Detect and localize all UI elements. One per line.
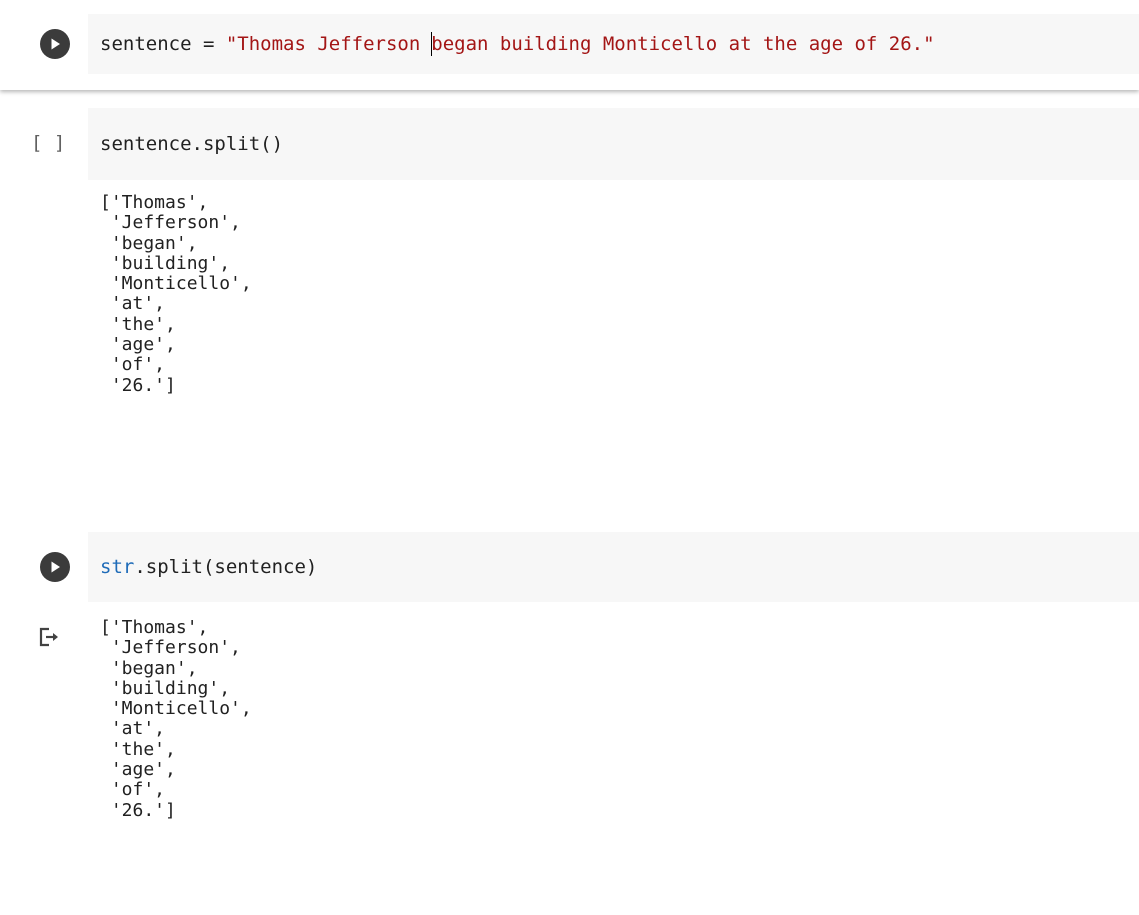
cell-output-3: ['Thomas', 'Jefferson', 'began', 'buildi… [100,617,252,821]
output-line: 'of', [100,354,166,376]
code-token-plain: sentence = [100,33,226,55]
output-line: 'Monticello', [100,698,252,720]
cell-output-2: ['Thomas', 'Jefferson', 'began', 'buildi… [100,192,252,396]
output-arrow-icon[interactable] [37,626,63,648]
play-icon [51,561,60,573]
output-line: 'the', [100,738,176,760]
output-line: 'began', [100,232,198,254]
output-line: 'building', [100,252,231,274]
code-editor-1[interactable]: sentence = "Thomas Jefferson began build… [88,14,1139,74]
code-token-string: began building Monticello at the age of … [431,33,935,55]
code-cell-2[interactable]: [ ] sentence.split() ['Thomas', 'Jeffers… [0,108,1139,498]
output-line: 'at', [100,718,166,740]
code-cell-3[interactable]: str .split(sentence) ['Thomas', 'Jefferso… [0,532,1139,915]
output-line: 'Jefferson', [100,212,241,234]
output-line: 'age', [100,334,176,356]
execution-count[interactable]: [ ] [31,132,65,154]
code-editor-2[interactable]: sentence.split() [88,108,1139,180]
play-icon [51,38,60,50]
output-line: '26.'] [100,799,176,821]
output-line: 'age', [100,759,176,781]
notebook: sentence = "Thomas Jefferson began build… [0,0,1139,915]
output-line: 'the', [100,313,176,335]
code-token-plain: .split(sentence) [134,556,318,578]
run-cell-button[interactable] [40,552,70,582]
code-editor-3[interactable]: str .split(sentence) [88,532,1139,602]
code-text: sentence.split() [100,133,284,155]
code-token-builtin: str [100,556,135,578]
output-line: 'Jefferson', [100,637,241,659]
output-line: 'Monticello', [100,273,252,295]
output-line: 'building', [100,677,231,699]
code-cell-1[interactable]: sentence = "Thomas Jefferson began build… [0,0,1139,92]
run-cell-button[interactable] [40,29,70,59]
output-line: '26.'] [100,374,176,396]
output-line: ['Thomas', [100,617,209,638]
output-line: 'at', [100,293,166,315]
code-token-string: "Thomas Jefferson [225,33,432,55]
output-line: ['Thomas', [100,192,209,213]
output-line: 'of', [100,779,166,801]
output-line: 'began', [100,657,198,679]
